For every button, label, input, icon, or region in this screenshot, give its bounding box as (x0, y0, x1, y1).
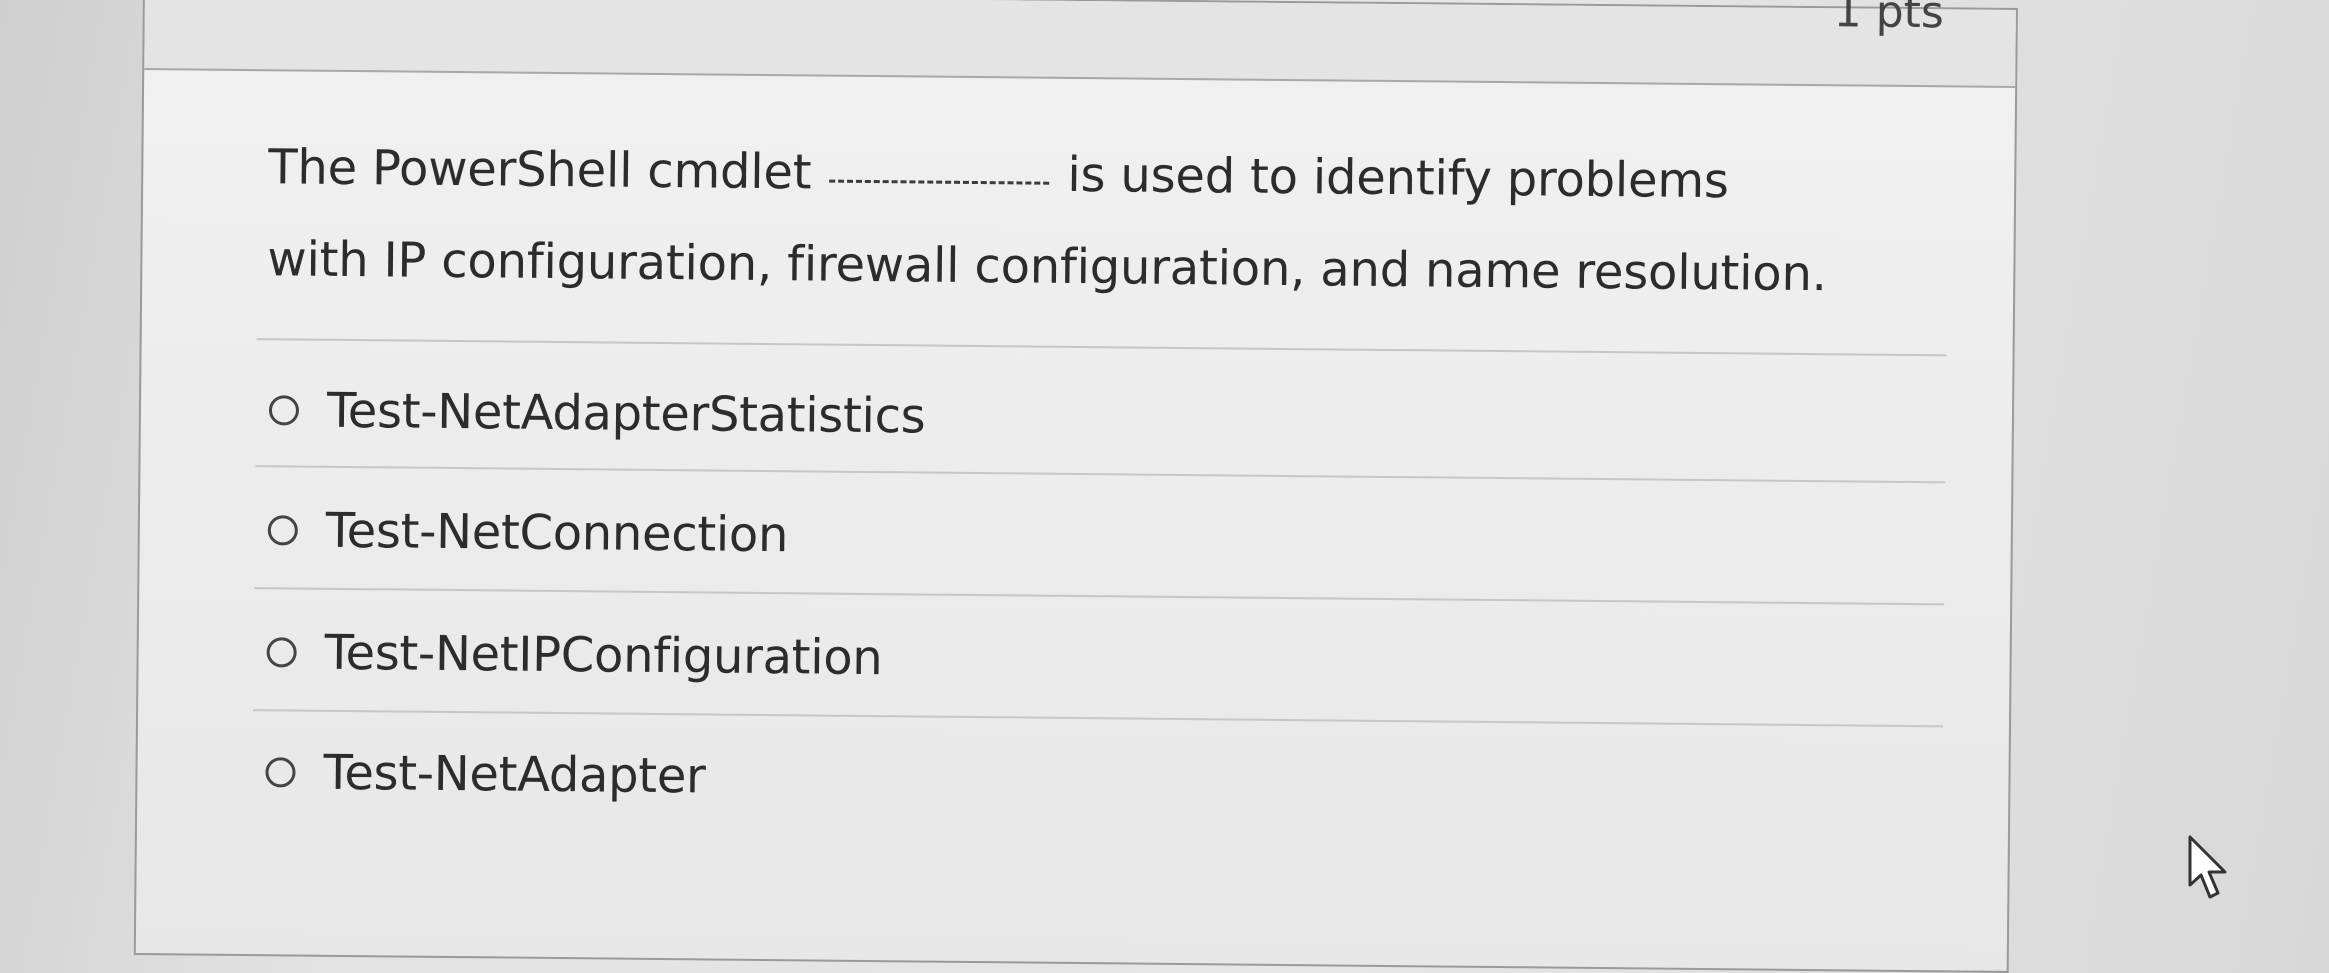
screen: 1 pts The PowerShell cmdlet is used to id… (0, 0, 2329, 973)
radio-unselected-icon[interactable] (268, 395, 300, 426)
radio-unselected-icon[interactable] (265, 757, 296, 788)
question-prefix: The PowerShell cmdlet (268, 139, 812, 201)
answer-label: Test-NetConnection (325, 502, 789, 564)
divider (255, 465, 1946, 484)
answer-option-1[interactable]: Test-NetAdapterStatistics (268, 375, 926, 451)
question-text: The PowerShell cmdlet is used to identify… (267, 121, 1919, 321)
radio-unselected-icon[interactable] (266, 637, 297, 668)
divider (256, 338, 1947, 357)
mouse-pointer-icon (2188, 835, 2227, 899)
answer-label: Test-NetAdapterStatistics (326, 382, 926, 445)
radio-unselected-icon[interactable] (267, 515, 298, 546)
points-label: 1 pts (1833, 0, 1945, 39)
answer-option-4[interactable]: Test-NetAdapter (265, 737, 706, 811)
question-line-2: with IP configuration, firewall configur… (267, 231, 1828, 303)
answer-label: Test-NetIPConfiguration (324, 624, 883, 687)
divider (253, 709, 1944, 728)
question-suffix: is used to identify problems (1067, 146, 1730, 210)
answer-label: Test-NetAdapter (323, 744, 706, 805)
answer-option-2[interactable]: Test-NetConnection (267, 495, 788, 570)
answer-option-3[interactable]: Test-NetIPConfiguration (266, 617, 883, 693)
fill-in-blank (829, 179, 1050, 185)
divider (254, 587, 1945, 606)
question-card: 1 pts The PowerShell cmdlet is used to id… (133, 0, 2018, 973)
question-header: 1 pts (144, 0, 2016, 88)
